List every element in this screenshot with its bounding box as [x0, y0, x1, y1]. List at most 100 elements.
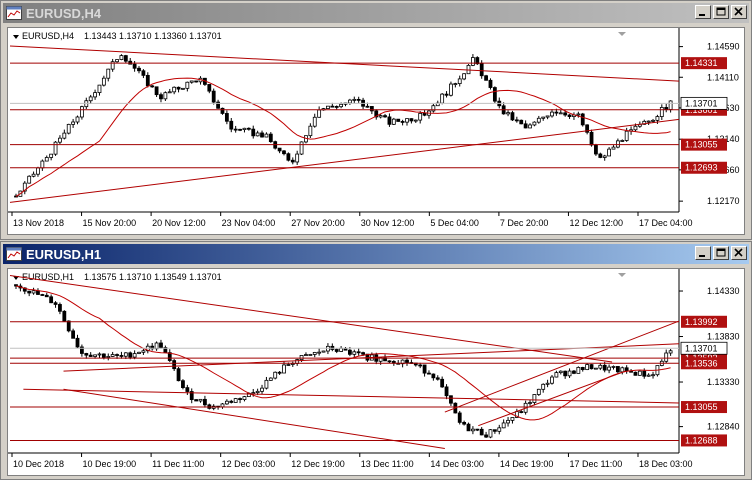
candle-body [466, 423, 471, 432]
candle-body [479, 63, 484, 77]
title-bar-h1[interactable]: EURUSD,H1 [3, 244, 749, 264]
chart-window-h4[interactable]: EURUSD,H4 EURUSD,H4 1.13443 1.13710 1.133… [0, 0, 752, 240]
time-tick-label: 14 Dec 19:00 [500, 459, 554, 469]
candle-body [585, 364, 590, 371]
candle-body [260, 387, 264, 392]
candle-body [444, 93, 449, 96]
candle-body [356, 351, 361, 354]
trend-line[interactable] [63, 388, 445, 449]
maximize-button[interactable] [713, 246, 729, 260]
chart-area-h4[interactable]: EURUSD,H4 1.13443 1.13710 1.13360 1.13701… [7, 27, 745, 235]
candle-body [238, 398, 242, 401]
candle-body [492, 429, 497, 432]
candle-body [203, 398, 207, 406]
candles-group [14, 283, 673, 439]
chart-shift-icon[interactable] [618, 273, 626, 277]
candle-body [255, 132, 260, 137]
window-title: EURUSD,H1 [26, 246, 102, 262]
candle-body [655, 116, 660, 121]
minimize-button[interactable] [695, 246, 711, 260]
candle-body [189, 80, 194, 83]
close-button[interactable] [731, 246, 747, 260]
candle-body [409, 118, 414, 122]
candle-body [308, 125, 313, 137]
moving-average-line [15, 285, 671, 421]
minimize-button[interactable] [695, 5, 711, 19]
trend-line[interactable] [9, 118, 680, 203]
candle-body [242, 396, 247, 401]
candle-body [664, 352, 669, 362]
candle-body [101, 77, 106, 86]
chart-canvas-h4[interactable]: EURUSD,H4 1.13443 1.13710 1.13360 1.13701… [8, 28, 746, 234]
candle-body [181, 87, 185, 90]
candle-body [339, 103, 344, 108]
candle-body [194, 80, 199, 83]
candle-body [233, 398, 238, 403]
candle-body [97, 353, 102, 356]
candle-body [563, 112, 568, 116]
candle-body [334, 349, 339, 352]
chart-ohlc-label: 1.13575 1.13710 1.13549 1.13701 [84, 272, 222, 282]
candle-body [172, 360, 177, 370]
candle-body [44, 294, 49, 298]
candle-body [229, 400, 234, 403]
time-tick-label: 23 Nov 04:00 [222, 218, 276, 228]
candle-body [233, 128, 238, 131]
candle-body [589, 131, 594, 146]
candle-body [519, 411, 524, 413]
level-price-label: 1.12693 [685, 163, 718, 173]
candle-body [400, 121, 405, 123]
candle-body [607, 148, 611, 157]
chart-window-h1[interactable]: EURUSD,H1 EURUSD,H1 1.13575 1.13710 1.135… [0, 241, 752, 480]
candle-body [88, 96, 93, 102]
candle-body [572, 370, 576, 374]
maximize-button[interactable] [713, 5, 729, 19]
close-icon [734, 248, 743, 257]
candle-body [238, 128, 242, 131]
trend-line[interactable] [444, 320, 680, 413]
candle-body [387, 116, 392, 125]
candle-body [347, 99, 352, 104]
title-bar-h4[interactable]: EURUSD,H4 [3, 3, 749, 23]
candle-body [312, 352, 317, 355]
candle-body [668, 350, 673, 354]
candle-body [229, 120, 234, 130]
candle-body [471, 428, 475, 432]
candle-body [651, 374, 655, 377]
candle-body [488, 79, 493, 88]
chart-shift-icon[interactable] [618, 32, 626, 36]
chart-area-h1[interactable]: EURUSD,H1 1.13575 1.13710 1.13549 1.13701… [7, 268, 745, 476]
candle-body [492, 87, 497, 102]
candle-body [115, 354, 119, 356]
candle-body [40, 160, 45, 169]
candle-body [475, 428, 480, 431]
time-tick-label: 5 Dec 04:00 [430, 218, 479, 228]
chart-canvas-h1[interactable]: EURUSD,H1 1.13575 1.13710 1.13549 1.13701… [8, 269, 746, 475]
candle-body [642, 370, 647, 377]
candle-body [435, 377, 440, 380]
candle-body [246, 127, 251, 130]
candle-body [242, 127, 247, 130]
level-price-label: 1.13055 [685, 140, 718, 150]
candle-body [185, 387, 190, 392]
trend-line[interactable] [23, 388, 680, 404]
dropdown-triangle-icon[interactable] [13, 35, 19, 39]
candle-body [163, 92, 168, 100]
candle-body [633, 125, 638, 131]
candle-body [356, 98, 361, 101]
candle-body [615, 140, 620, 148]
candle-body [347, 349, 352, 355]
candle-body [668, 100, 673, 110]
candle-body [53, 141, 58, 155]
candle-body [159, 342, 163, 348]
candle-body [413, 119, 418, 122]
candle-body [405, 118, 409, 123]
chart-symbol-label: EURUSD,H4 [22, 31, 74, 41]
candle-body [145, 74, 150, 87]
level-price-label: 1.13992 [685, 317, 718, 327]
time-tick-label: 14 Dec 03:00 [430, 459, 484, 469]
close-button[interactable] [731, 5, 747, 19]
candle-body [141, 350, 146, 353]
candle-body [132, 353, 137, 358]
candle-body [405, 359, 409, 363]
